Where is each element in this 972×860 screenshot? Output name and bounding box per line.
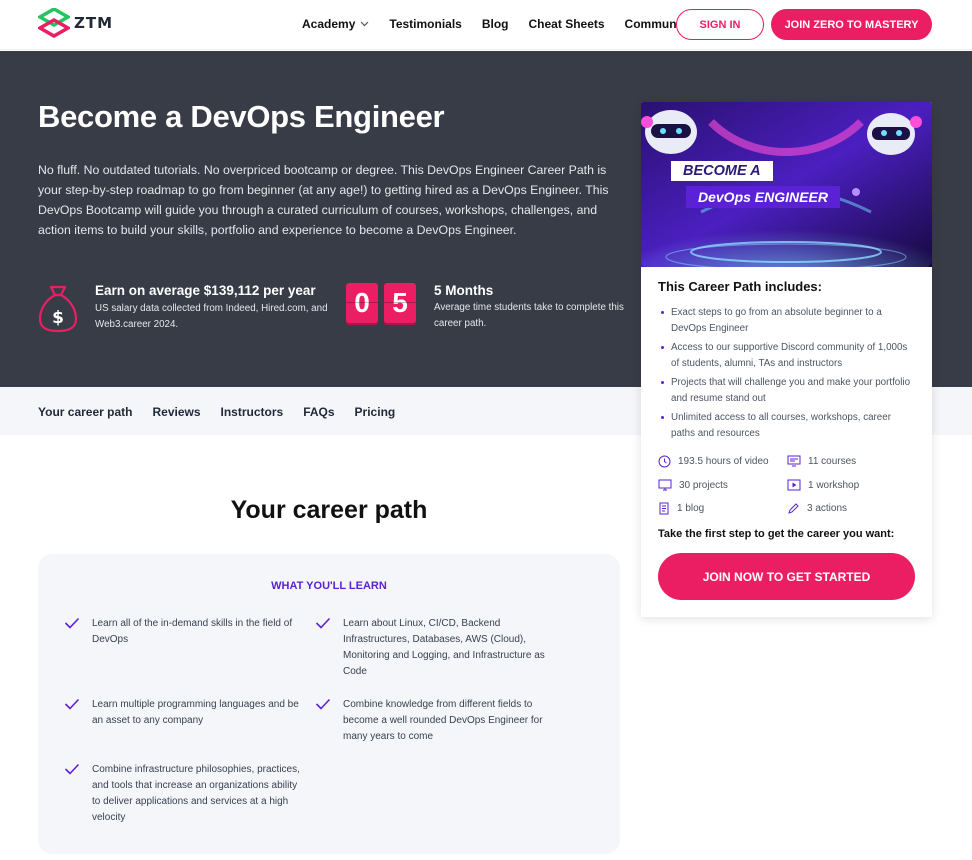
months-title: 5 Months — [434, 283, 494, 298]
subnav-reviews[interactable]: Reviews — [152, 405, 200, 419]
feature-label: 3 actions — [807, 503, 848, 514]
feature-label: 1 workshop — [808, 479, 860, 491]
feature-label: 30 projects — [679, 479, 728, 491]
card-cta-text: Take the first step to get the career yo… — [658, 528, 895, 540]
subnav-career-path[interactable]: Your career path — [38, 405, 132, 419]
feature-blog: 1 blog — [658, 502, 704, 515]
learn-item-text: Learn multiple programming languages and… — [92, 699, 299, 726]
devops-banner-image — [641, 102, 932, 267]
clock-icon — [658, 455, 671, 468]
nav-testimonials-label: Testimonials — [389, 17, 462, 31]
includes-item: Exact steps to go from an absolute begin… — [661, 305, 913, 337]
learn-item: Combine infrastructure philosophies, pra… — [64, 762, 304, 826]
check-icon — [64, 763, 80, 775]
salary-source: US salary data collected from Indeed, Hi… — [95, 303, 328, 330]
learn-item: Combine knowledge from different fields … — [315, 697, 560, 745]
svg-text:$: $ — [52, 308, 64, 328]
learn-item: Learn about Linux, CI/CD, Backend Infras… — [315, 616, 555, 680]
months-description: Average time students take to complete t… — [434, 302, 624, 329]
play-icon — [787, 479, 801, 491]
feature-label: 193.5 hours of video — [678, 456, 769, 467]
money-bag-icon: $ — [38, 285, 78, 333]
learn-item-text: Learn all of the in-demand skills in the… — [92, 618, 293, 645]
check-icon — [315, 617, 331, 629]
feature-label: 11 courses — [808, 455, 857, 467]
check-icon — [64, 698, 80, 710]
ztm-logo[interactable]: ZTM — [38, 8, 113, 38]
feature-video-hours: 193.5 hours of video — [658, 455, 769, 468]
includes-item: Unlimited access to all courses, worksho… — [661, 410, 913, 442]
subnav-instructors[interactable]: Instructors — [221, 405, 284, 419]
page-title: Become a DevOps Engineer — [38, 99, 445, 134]
nav-cheat-sheets-label: Cheat Sheets — [528, 17, 605, 31]
check-icon — [64, 617, 80, 629]
feature-workshop: 1 workshop — [787, 479, 859, 491]
courses-icon — [787, 455, 801, 467]
banner-label-devops: DevOps ENGINEER — [686, 186, 840, 208]
feature-courses: 11 courses — [787, 455, 856, 467]
nav-academy[interactable]: Academy — [302, 17, 369, 31]
pen-icon — [788, 503, 799, 514]
monitor-icon — [658, 479, 672, 491]
includes-item: Projects that will challenge you and mak… — [661, 375, 913, 407]
feature-projects: 30 projects — [658, 479, 728, 491]
main-nav: Academy Testimonials Blog Cheat Sheets C… — [302, 17, 711, 31]
join-now-button[interactable]: JOIN NOW TO GET STARTED — [658, 553, 915, 600]
salary-title: Earn on average $139,112 per year — [95, 283, 316, 298]
learn-item: Learn multiple programming languages and… — [64, 697, 304, 729]
top-navbar: ZTM Academy Testimonials Blog Cheat Shee… — [0, 0, 972, 50]
chevron-down-icon — [360, 21, 369, 27]
nav-blog-label: Blog — [481, 17, 509, 31]
nav-testimonials[interactable]: Testimonials — [389, 17, 461, 31]
learn-heading: WHAT YOU'LL LEARN — [271, 580, 387, 592]
nav-academy-label: Academy — [302, 17, 356, 31]
learn-item-text: Combine infrastructure philosophies, pra… — [92, 764, 300, 823]
includes-list: Exact steps to go from an absolute begin… — [661, 305, 913, 445]
months-digit-ones: 5 — [384, 283, 416, 323]
feature-label: 1 blog — [677, 503, 705, 514]
hero-description: No fluff. No outdated tutorials. No over… — [38, 163, 609, 237]
learn-item: Learn all of the in-demand skills in the… — [64, 616, 304, 648]
logo-text: ZTM — [74, 14, 114, 32]
banner-label-become: BECOME A — [671, 161, 773, 181]
check-icon — [315, 698, 331, 710]
learn-item-text: Learn about Linux, CI/CD, Backend Infras… — [343, 618, 545, 677]
sign-in-button[interactable]: SIGN IN — [676, 9, 764, 40]
includes-item: Access to our supportive Discord communi… — [661, 340, 913, 372]
subnav-pricing[interactable]: Pricing — [355, 405, 396, 419]
nav-blog[interactable]: Blog — [482, 17, 509, 31]
card-title: This Career Path includes: — [658, 279, 822, 294]
document-icon — [659, 502, 669, 515]
subnav-faqs[interactable]: FAQs — [303, 405, 334, 419]
nav-cheat-sheets[interactable]: Cheat Sheets — [529, 17, 605, 31]
feature-actions: 3 actions — [787, 502, 847, 515]
what-you-learn-box: WHAT YOU'LL LEARN Learn all of the in-de… — [38, 554, 620, 854]
learn-item-text: Combine knowledge from different fields … — [343, 699, 543, 742]
career-path-card: BECOME A DevOps ENGINEER This Career Pat… — [641, 102, 932, 617]
join-zero-to-mastery-button[interactable]: JOIN ZERO TO MASTERY — [771, 9, 932, 40]
months-digit-tens: 0 — [346, 283, 378, 323]
ztm-logo-icon — [38, 8, 70, 38]
career-path-heading: Your career path — [230, 496, 428, 524]
